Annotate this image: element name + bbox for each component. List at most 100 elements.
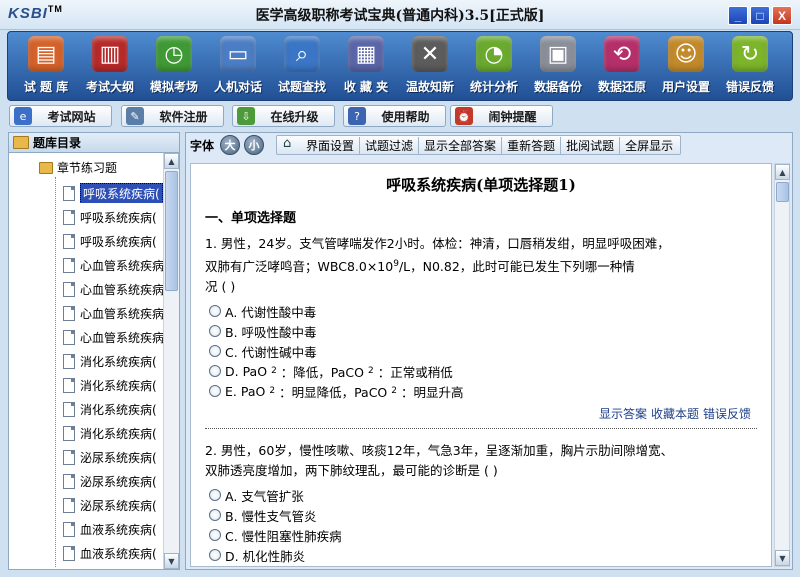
tab-0[interactable]: 界面设置 bbox=[301, 136, 361, 154]
radio-button[interactable] bbox=[209, 509, 221, 522]
toolbar-button-9[interactable]: ⟲ 数据还原 bbox=[592, 36, 652, 98]
subbar-button-3[interactable]: ? 使用帮助 bbox=[343, 105, 446, 127]
tree-item[interactable]: 消化系统疾病( bbox=[63, 375, 166, 395]
radio-button[interactable] bbox=[209, 365, 221, 378]
radio-button[interactable] bbox=[209, 385, 221, 398]
radio-button[interactable] bbox=[209, 529, 221, 542]
tree-header: 题库目录 bbox=[9, 133, 179, 153]
document-icon bbox=[63, 329, 75, 345]
answer-option[interactable]: B. 呼吸性酸中毒 bbox=[209, 321, 757, 341]
toolbar-button-label: 温故知新 bbox=[405, 80, 454, 94]
tree-item-label: 呼吸系统疾病( bbox=[80, 183, 163, 203]
tree-item[interactable]: 心血管系统疾病 bbox=[63, 303, 166, 323]
toolbar-button-10[interactable]: ☺ 用户设置 bbox=[656, 36, 716, 98]
tab-5[interactable]: 全屏显示 bbox=[620, 137, 678, 154]
content-scrollbar[interactable]: ▲ ▼ bbox=[774, 163, 790, 567]
subbar-button-label: 考试网站 bbox=[47, 109, 96, 124]
home-icon[interactable] bbox=[282, 136, 298, 152]
subbar-button-2[interactable]: ⇩ 在线升级 bbox=[232, 105, 335, 127]
tree-item-label: 泌尿系统疾病( bbox=[80, 498, 157, 513]
tree-item[interactable]: 消化系统疾病( bbox=[63, 351, 166, 371]
toolbar-button-label: 人机对话 bbox=[213, 80, 262, 94]
toolbar-button-1[interactable]: ▥ 考试大纲 bbox=[80, 36, 140, 98]
radio-button[interactable] bbox=[209, 489, 221, 502]
tree-item[interactable]: 血液系统疾病( bbox=[63, 519, 166, 539]
tab-2[interactable]: 显示全部答案 bbox=[419, 136, 503, 154]
tree-scrollbar[interactable]: ▲ ▼ bbox=[163, 153, 179, 569]
toolbar-button-11[interactable]: ↻ 错误反馈 bbox=[720, 36, 780, 98]
subbar-button-1[interactable]: ✎ 软件注册 bbox=[121, 105, 224, 127]
tree-item[interactable]: 泌尿系统疾病( bbox=[63, 471, 166, 491]
restore-icon: ⟲ bbox=[604, 36, 640, 72]
toolbar-button-label: 试题查找 bbox=[277, 80, 326, 94]
tree-root-label: 章节练习题 bbox=[57, 161, 118, 175]
tree-item[interactable]: 呼吸系统疾病( bbox=[63, 207, 166, 227]
tree-item[interactable]: 呼吸系统疾病( bbox=[63, 231, 166, 251]
answer-option[interactable]: A. 代谢性酸中毒 bbox=[209, 301, 757, 321]
answer-option[interactable]: D. 机化性肺炎 bbox=[209, 545, 757, 565]
close-button[interactable]: X bbox=[772, 6, 792, 25]
tab-3[interactable]: 重新答题 bbox=[502, 136, 562, 154]
tree-item[interactable]: 消化系统疾病( bbox=[63, 423, 166, 443]
refresh-icon: ↻ bbox=[732, 36, 768, 72]
subbar-button-0[interactable]: e 考试网站 bbox=[9, 105, 112, 127]
tree-item[interactable]: 泌尿系统疾病( bbox=[63, 447, 166, 467]
toolbar-button-0[interactable]: ▤ 试 题 库 bbox=[16, 36, 76, 98]
radio-button[interactable] bbox=[209, 345, 221, 358]
document-icon bbox=[63, 281, 75, 297]
tree-item[interactable]: 呼吸系统疾病( bbox=[63, 183, 166, 203]
title-bar: KSBITM 医学高级职称考试宝典(普通内科)3.5[正式版] _ □ X bbox=[0, 0, 800, 30]
tree-item[interactable]: 心血管系统疾病 bbox=[63, 255, 166, 275]
document-icon bbox=[63, 545, 75, 561]
font-increase-button[interactable]: 大 bbox=[220, 135, 241, 155]
toolbar-button-2[interactable]: ◷ 模拟考场 bbox=[144, 36, 204, 98]
scroll-up-icon[interactable]: ▲ bbox=[775, 164, 790, 180]
tree-item[interactable]: 血液系统疾病( bbox=[63, 543, 166, 563]
tree-item-label: 消化系统疾病( bbox=[80, 354, 157, 369]
tab-4[interactable]: 批阅试题 bbox=[561, 136, 621, 154]
question-action-link[interactable]: 错误反馈 bbox=[703, 407, 751, 421]
tree-item[interactable]: 泌尿系统疾病( bbox=[63, 495, 166, 515]
document-icon bbox=[63, 473, 75, 489]
scroll-thumb[interactable] bbox=[776, 182, 789, 202]
question-action-link[interactable]: 显示答案 bbox=[599, 407, 647, 421]
radio-button[interactable] bbox=[209, 325, 221, 338]
toolbar-button-3[interactable]: ▭ 人机对话 bbox=[208, 36, 268, 98]
radio-button[interactable] bbox=[209, 549, 221, 562]
answer-option[interactable]: C. 代谢性碱中毒 bbox=[209, 341, 757, 361]
scroll-down-icon[interactable]: ▼ bbox=[164, 553, 179, 569]
toolbar-button-5[interactable]: ▦ 收 藏 夹 bbox=[336, 36, 396, 98]
window-title: 医学高级职称考试宝典(普通内科)3.5[正式版] bbox=[255, 8, 545, 24]
maximize-button[interactable]: □ bbox=[750, 6, 770, 25]
question-action-link[interactable]: 收藏本题 bbox=[651, 407, 699, 421]
answer-option[interactable]: A. 支气管扩张 bbox=[209, 485, 757, 505]
tree-item-label: 泌尿系统疾病( bbox=[80, 450, 157, 465]
toolbar-button-7[interactable]: ◔ 统计分析 bbox=[464, 36, 524, 98]
tree-item[interactable]: 消化系统疾病( bbox=[63, 399, 166, 419]
radio-button[interactable] bbox=[209, 305, 221, 318]
tree-item-label: 消化系统疾病( bbox=[80, 426, 157, 441]
answer-option[interactable]: D. PaO 2 ：降低，PaCO 2 ：正常或稍低 bbox=[209, 361, 757, 381]
tree-root-node[interactable]: 章节练习题 bbox=[39, 159, 117, 176]
scroll-up-icon[interactable]: ▲ bbox=[164, 153, 179, 169]
tree-item[interactable]: 心血管系统疾病 bbox=[63, 279, 166, 299]
tree-item-label: 心血管系统疾病 bbox=[80, 282, 165, 297]
document-icon bbox=[63, 401, 75, 417]
content-toolbar: 字体 大 小 界面设置试题过滤显示全部答案重新答题批阅试题全屏显示 bbox=[186, 133, 792, 157]
tab-1[interactable]: 试题过滤 bbox=[360, 136, 420, 154]
toolbar-button-6[interactable]: ✕ 温故知新 bbox=[400, 36, 460, 98]
answer-option[interactable]: E. PaO 2 ：明显降低，PaCO 2 ：明显升高 bbox=[209, 381, 757, 401]
toolbar-button-label: 考试大纲 bbox=[85, 80, 134, 94]
tree-item[interactable]: 心血管系统疾病 bbox=[63, 327, 166, 347]
subbar-button-4[interactable]: ⏰ 闹钟提醒 bbox=[450, 105, 553, 127]
font-decrease-button[interactable]: 小 bbox=[244, 135, 265, 155]
question-1-options: A. 代谢性酸中毒 B. 呼吸性酸中毒 C. 代谢性碱中毒 D. PaO 2 ：降低，Pa… bbox=[209, 301, 757, 401]
close-board-icon: ✕ bbox=[412, 36, 448, 72]
scroll-thumb[interactable] bbox=[165, 171, 178, 291]
answer-option[interactable]: B. 慢性支气管炎 bbox=[209, 505, 757, 525]
answer-option[interactable]: C. 慢性阻塞性肺疾病 bbox=[209, 525, 757, 545]
scroll-down-icon[interactable]: ▼ bbox=[775, 550, 790, 566]
toolbar-button-4[interactable]: ⌕ 试题查找 bbox=[272, 36, 332, 98]
toolbar-button-8[interactable]: ▣ 数据备份 bbox=[528, 36, 588, 98]
minimize-button[interactable]: _ bbox=[728, 6, 748, 25]
